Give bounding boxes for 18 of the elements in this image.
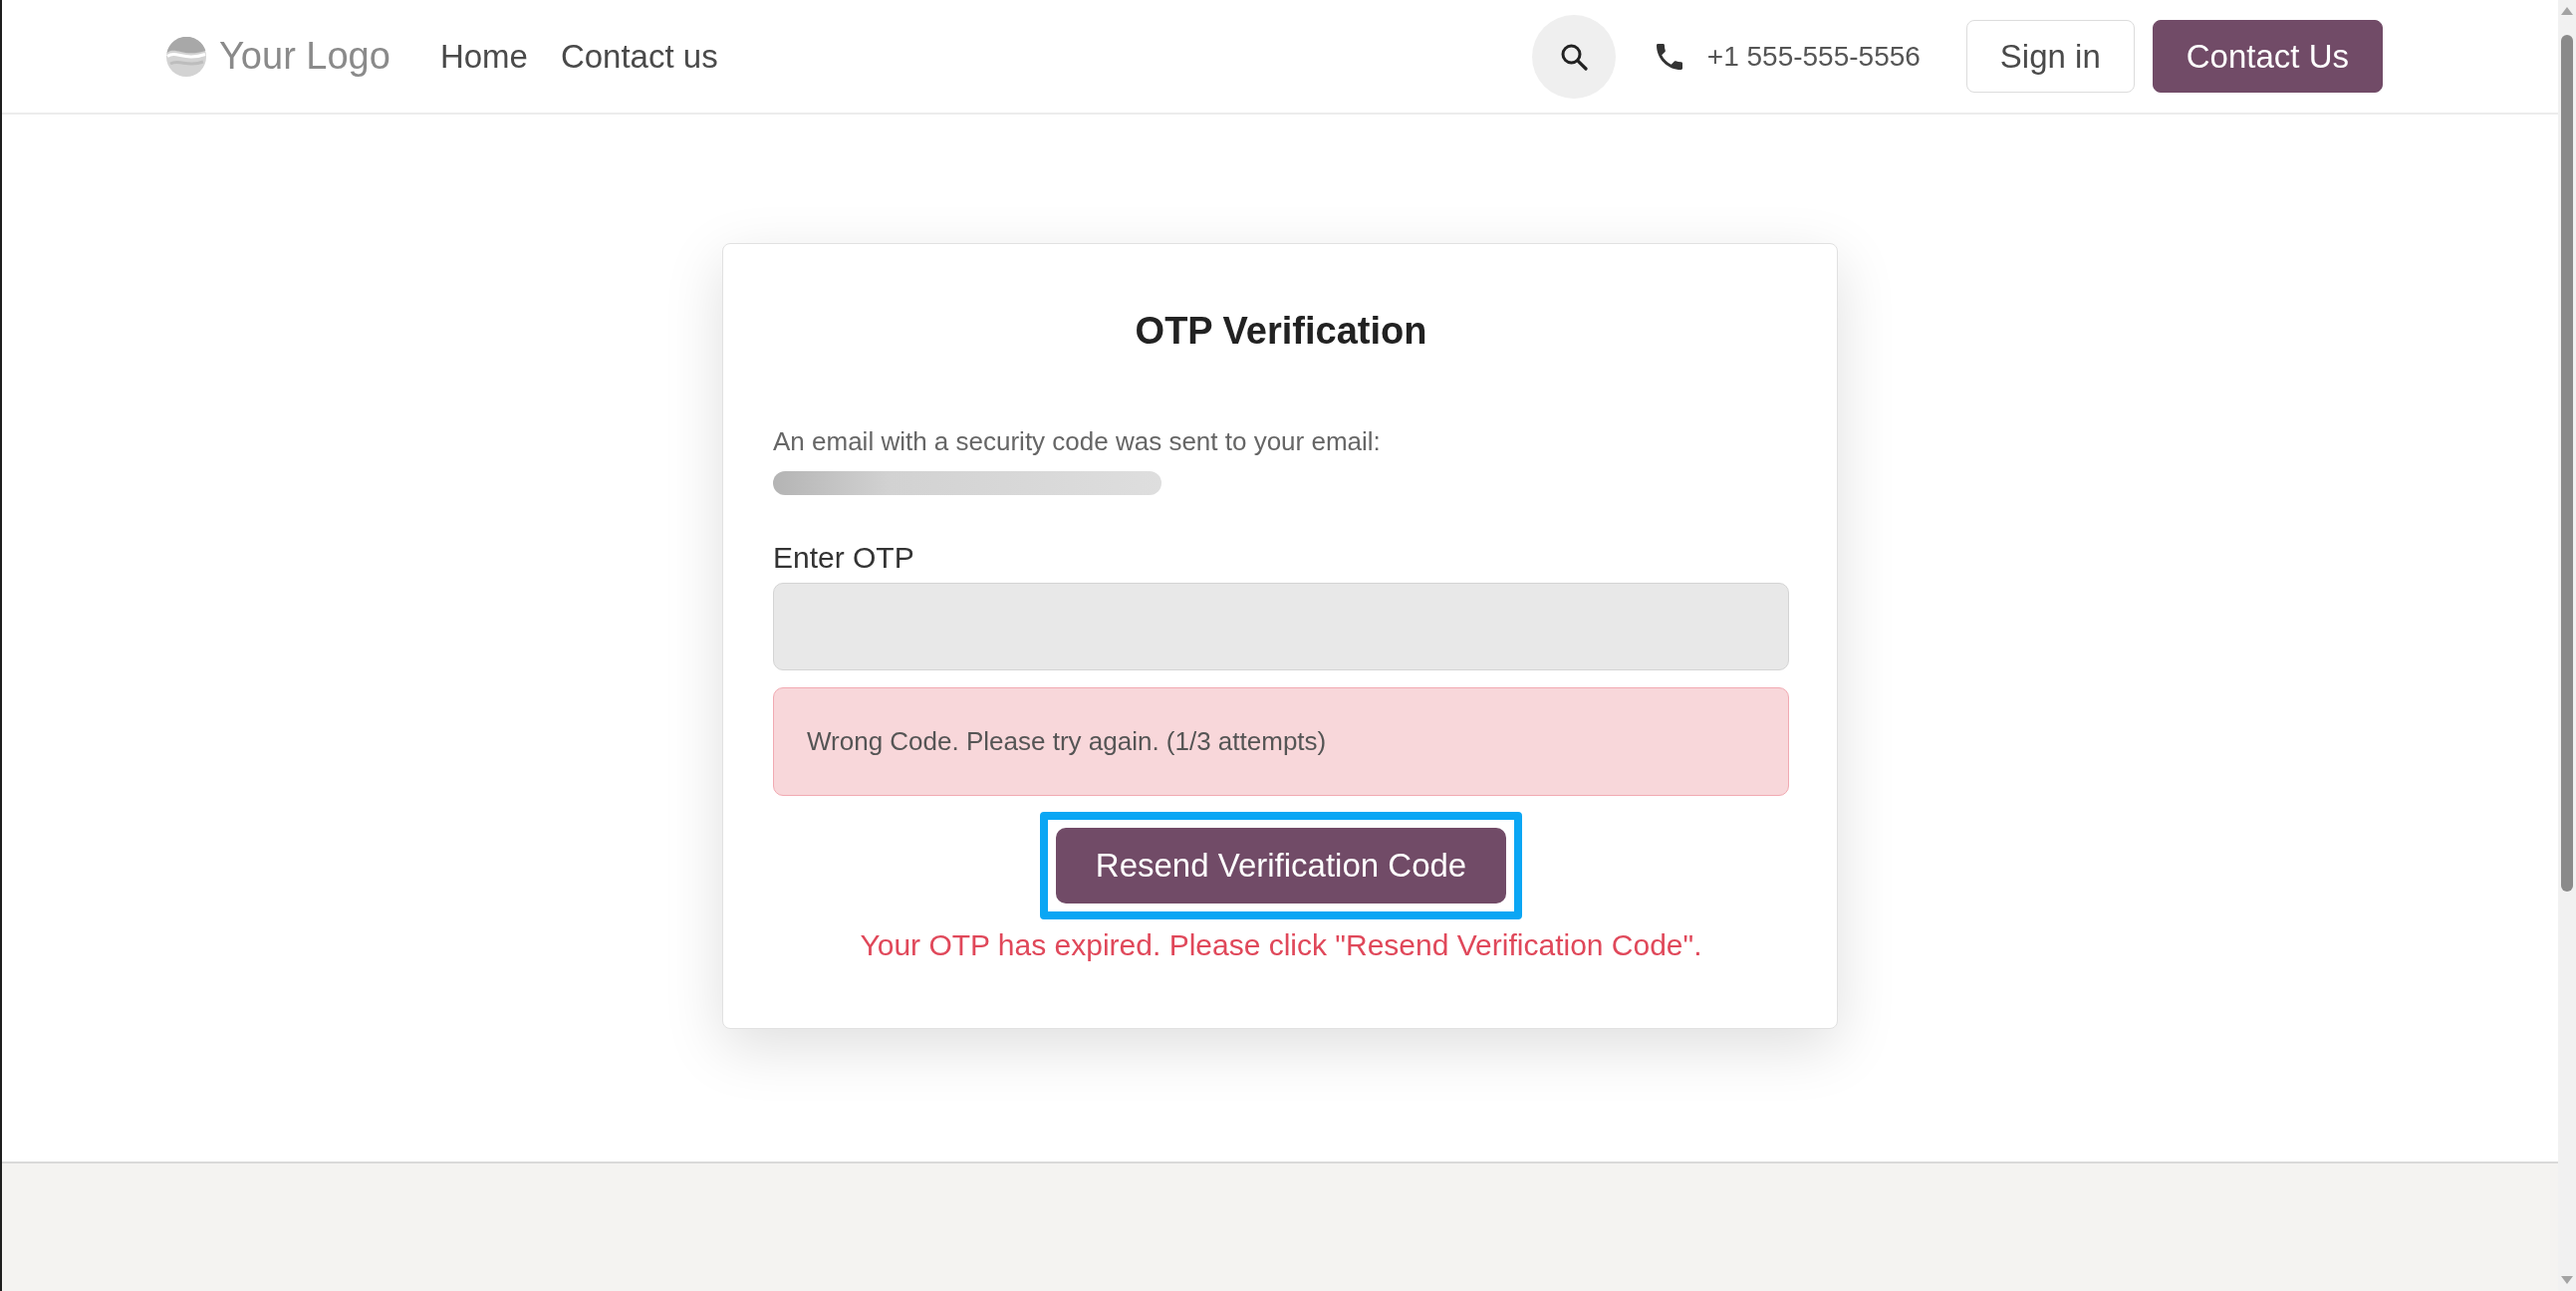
nav-link[interactable]: Contact us xyxy=(560,36,718,77)
scrollbar-thumb[interactable] xyxy=(2561,35,2573,892)
resend-button[interactable]: Resend Verification Code xyxy=(1055,828,1507,904)
error-alert: Wrong Code. Please try again. (1/3 attempts) xyxy=(773,687,1789,796)
phone-icon xyxy=(1656,43,1682,70)
scroll-down-icon[interactable] xyxy=(2560,1275,2574,1285)
sign-in-button[interactable]: Sign in xyxy=(1965,19,2135,94)
scrollbar[interactable] xyxy=(2558,0,2576,1291)
expired-message: Your OTP has expired. Please click "Resend Verification Code". xyxy=(859,926,1703,963)
field-label: Enter OTP xyxy=(773,540,915,576)
logo-icon xyxy=(166,36,206,77)
card-title: OTP Verification xyxy=(1134,309,1428,354)
contact-button[interactable]: Contact Us xyxy=(2152,19,2383,94)
info-text: An email with a security code was sent to your email: xyxy=(773,425,1382,458)
nav-link[interactable]: Home xyxy=(439,36,528,77)
phone-link[interactable]: +1 555-555-5556 xyxy=(1656,39,1921,74)
search-icon xyxy=(1559,42,1588,71)
scroll-up-icon[interactable] xyxy=(2560,6,2574,16)
